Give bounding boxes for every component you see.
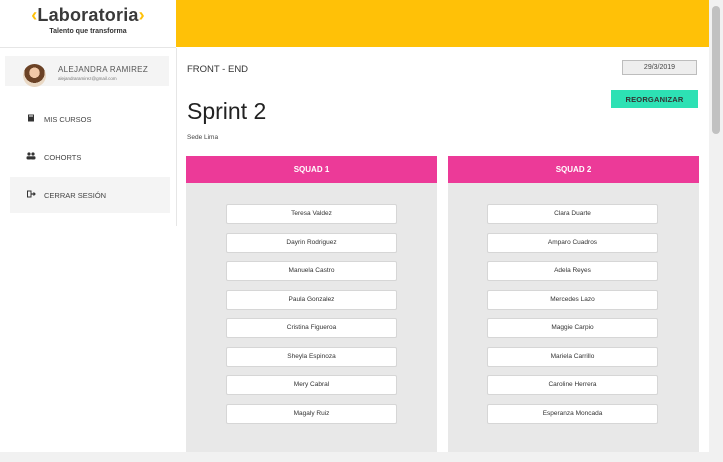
sidebar-item-mis-cursos[interactable]: MIS CURSOS bbox=[10, 101, 170, 137]
vertical-scrollbar[interactable] bbox=[709, 0, 723, 452]
sidebar-item-label: COHORTS bbox=[44, 152, 82, 162]
user-name: ALEJANDRA RAMIREZ bbox=[58, 65, 149, 74]
brand-tagline: Talento que transforma bbox=[49, 28, 127, 35]
sign-out-icon bbox=[24, 190, 38, 200]
date-field[interactable]: 29/3/2019 bbox=[622, 60, 697, 75]
page-title: Sprint 2 bbox=[187, 98, 267, 124]
squad-column-2: SQUAD 2 Clara Duarte Amparo Cuadros Adel… bbox=[448, 156, 699, 462]
student-card[interactable]: Cristina Figueroa bbox=[226, 318, 397, 338]
sidebar: ALEJANDRA RAMIREZ alejandraramirez@gmail… bbox=[0, 48, 177, 226]
student-card[interactable]: Magaly Ruiz bbox=[226, 404, 397, 424]
book-icon bbox=[24, 114, 38, 124]
student-card[interactable]: Amparo Cuadros bbox=[487, 233, 658, 253]
brand-name: Laboratoria bbox=[37, 5, 139, 25]
user-avatar bbox=[23, 64, 46, 87]
main-content: FRONT - END 29/3/2019 REORGANIZAR Sprint… bbox=[176, 48, 709, 462]
student-card[interactable]: Paula Gonzalez bbox=[226, 290, 397, 310]
student-card[interactable]: Dayrin Rodriguez bbox=[226, 233, 397, 253]
squad-column-1: SQUAD 1 Teresa Valdez Dayrin Rodriguez M… bbox=[186, 156, 437, 462]
logo-area: ‹Laboratoria› Talento que transforma bbox=[0, 0, 176, 48]
scrollbar-thumb[interactable] bbox=[712, 6, 720, 134]
sidebar-item-label: MIS CURSOS bbox=[44, 114, 92, 124]
student-card[interactable]: Clara Duarte bbox=[487, 204, 658, 224]
student-card[interactable]: Manuela Castro bbox=[226, 261, 397, 281]
module-title: FRONT - END bbox=[187, 64, 249, 75]
top-bar bbox=[176, 0, 709, 47]
student-card[interactable]: Mery Cabral bbox=[226, 375, 397, 395]
user-email: alejandraramirez@gmail.com bbox=[58, 76, 117, 81]
sede-label: Sede Lima bbox=[187, 134, 219, 141]
student-card[interactable]: Teresa Valdez bbox=[226, 204, 397, 224]
horizontal-scrollbar[interactable] bbox=[0, 452, 723, 462]
users-icon bbox=[24, 152, 38, 162]
sidebar-item-label: CERRAR SESIÓN bbox=[44, 190, 107, 200]
squad-header: SQUAD 2 bbox=[448, 156, 699, 183]
brand-logo[interactable]: ‹Laboratoria› bbox=[0, 5, 176, 26]
student-card[interactable]: Sheyla Espinoza bbox=[226, 347, 397, 367]
reorganize-button[interactable]: REORGANIZAR bbox=[611, 90, 698, 108]
student-card[interactable]: Caroline Herrera bbox=[487, 375, 658, 395]
student-card[interactable]: Mercedes Lazo bbox=[487, 290, 658, 310]
sidebar-item-cerrar-sesion[interactable]: CERRAR SESIÓN bbox=[10, 177, 170, 213]
student-card[interactable]: Mariela Carrillo bbox=[487, 347, 658, 367]
student-card[interactable]: Adela Reyes bbox=[487, 261, 658, 281]
logo-bracket-right: › bbox=[138, 5, 145, 25]
student-card[interactable]: Esperanza Moncada bbox=[487, 404, 658, 424]
sidebar-item-cohorts[interactable]: COHORTS bbox=[10, 139, 170, 175]
student-card[interactable]: Maggie Carpio bbox=[487, 318, 658, 338]
squad-header: SQUAD 1 bbox=[186, 156, 437, 183]
